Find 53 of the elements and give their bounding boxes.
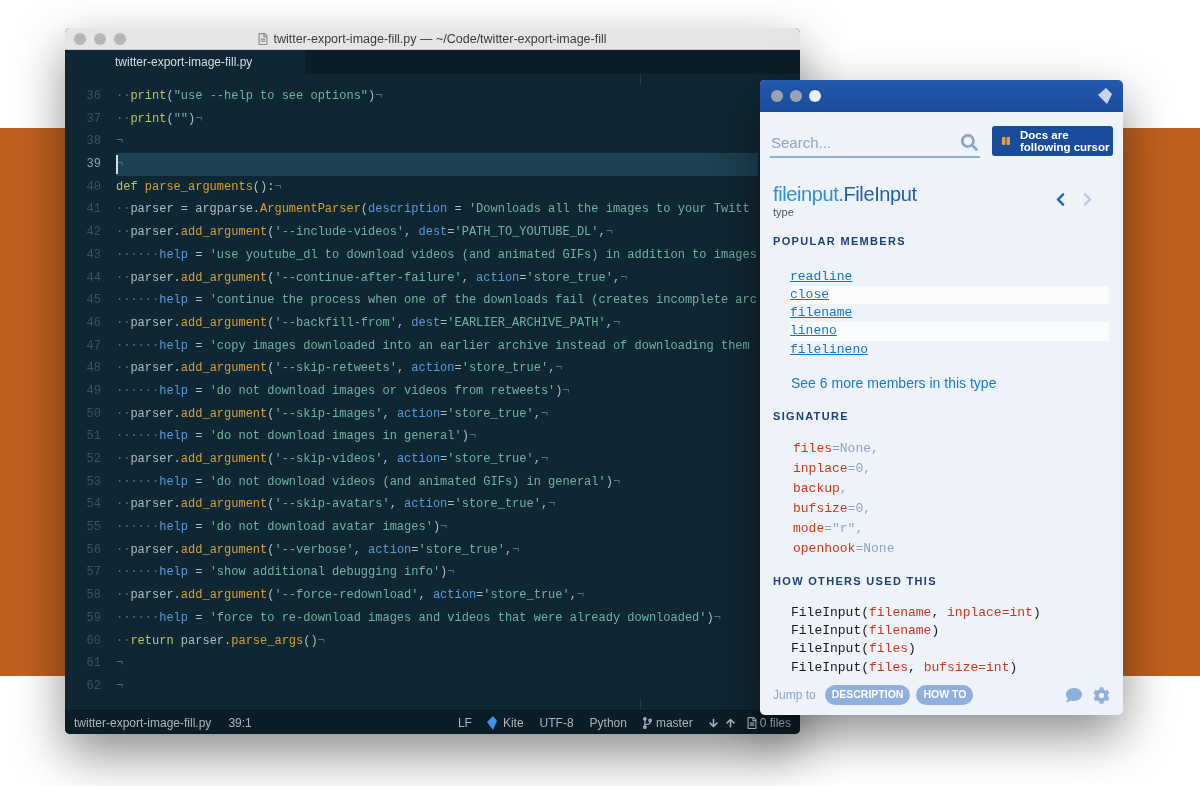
doc-kind: type [773, 205, 795, 220]
window-title: twitter-export-image-fill.py — ~/Code/twitter-export-image-fill [273, 30, 607, 48]
cursor-position[interactable]: 39:1 [228, 713, 252, 732]
section-heading: SIGNATURE [773, 408, 850, 424]
window-minimize-button[interactable] [94, 32, 106, 45]
arrow-down-icon[interactable] [708, 717, 718, 728]
doc-title: fileinput.FileInput [773, 183, 918, 206]
kite-logo-icon [1098, 88, 1112, 105]
chat-icon[interactable] [1065, 687, 1083, 703]
section-heading: HOW OTHERS USED THIS [773, 574, 938, 590]
member-link[interactable]: close [790, 287, 829, 303]
kite-icon [485, 715, 498, 730]
signature-param: inplace=0, [793, 460, 872, 479]
usage-example: FileInput(filename, inplace=int) [791, 603, 1042, 622]
line-ending[interactable]: LF [457, 713, 472, 732]
chevron-right-icon [1081, 191, 1093, 207]
signature-param: mode="r", [793, 520, 865, 539]
usage-example: FileInput(filename) [791, 622, 941, 641]
kite-status[interactable]: Kite [502, 713, 524, 732]
editor-tab[interactable]: twitter-export-image-fill.py [65, 50, 305, 74]
pause-icon [1002, 136, 1010, 147]
signature-param: openhook=None [793, 540, 896, 559]
member-link[interactable]: lineno [790, 323, 837, 339]
grammar[interactable]: Python [589, 713, 627, 732]
member-link[interactable]: filename [790, 305, 853, 321]
usage-example: FileInput(files, bufsize=int) [791, 658, 1019, 677]
encoding[interactable]: UTF-8 [539, 713, 574, 732]
file-icon [746, 716, 757, 729]
settings-icon[interactable] [1093, 686, 1110, 704]
window-zoom-button[interactable] [809, 90, 821, 103]
signature-param: files=None, [793, 440, 880, 459]
jump-to-label: Jump to [773, 687, 816, 704]
signature-param: bufsize=0, [793, 500, 872, 519]
branch-icon [642, 716, 652, 729]
window-minimize-button[interactable] [790, 90, 802, 103]
file-count[interactable]: 0 files [759, 713, 791, 732]
line-number: 39 [85, 156, 101, 174]
window-close-button[interactable] [74, 32, 86, 45]
window-close-button[interactable] [771, 90, 783, 103]
file-icon [258, 33, 269, 45]
member-link[interactable]: filelineno [790, 341, 868, 357]
search-icon[interactable] [961, 134, 978, 152]
chevron-left-icon [1054, 191, 1066, 207]
usage-example: FileInput(files) [791, 640, 917, 659]
signature-param: backup, [793, 480, 849, 499]
status-file[interactable]: twitter-export-image-fill.py [74, 713, 212, 732]
arrow-up-icon[interactable] [725, 717, 735, 728]
member-link[interactable]: readline [790, 268, 853, 284]
branch-name[interactable]: master [655, 713, 693, 732]
more-members-link[interactable]: See 6 more members in this type [791, 372, 1123, 394]
follow-cursor-button[interactable]: Docs are following cursor [992, 126, 1113, 157]
section-heading: POPULAR MEMBERS [773, 234, 907, 250]
text-cursor [116, 155, 118, 175]
